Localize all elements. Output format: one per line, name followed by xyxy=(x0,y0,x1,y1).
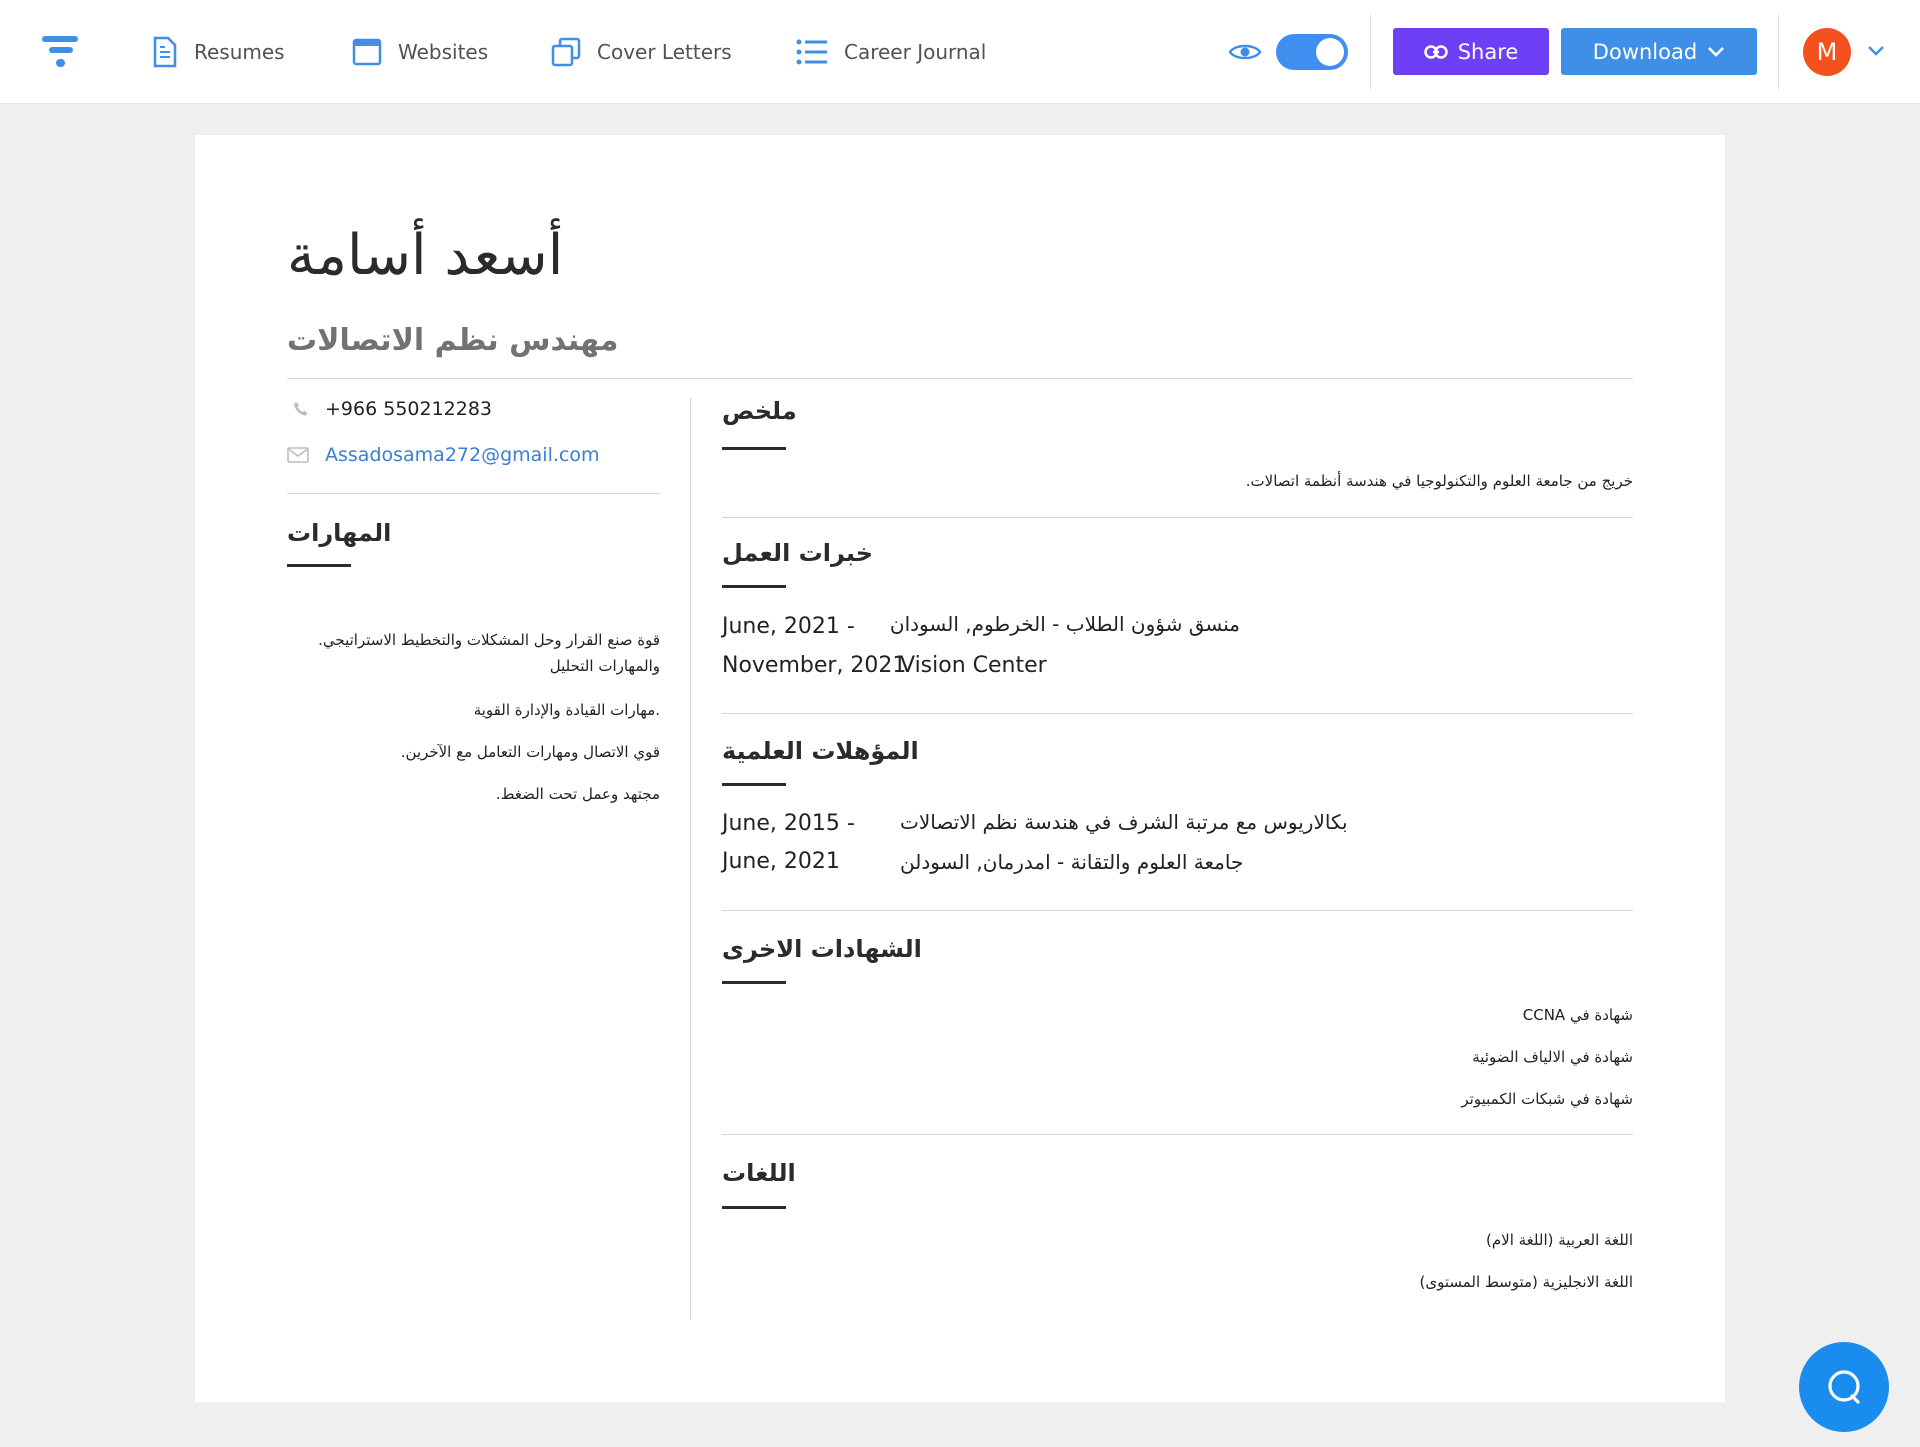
education-heading-underline xyxy=(722,783,786,786)
experience-date-start: June, 2021 - xyxy=(722,614,855,639)
education-heading: المؤهلات العلمية xyxy=(722,737,919,765)
experience-role: منسق شؤون الطلاب - الخرطوم, السودان xyxy=(889,612,1240,636)
contact-phone: +966 550212283 xyxy=(287,398,492,420)
column-divider xyxy=(690,398,691,1320)
share-button[interactable]: Share xyxy=(1393,28,1549,75)
browser-window-icon xyxy=(352,38,382,66)
section-divider xyxy=(722,910,1633,911)
header-divider xyxy=(287,378,1633,379)
experience-date-end: November, 2021 xyxy=(722,653,907,678)
download-button[interactable]: Download xyxy=(1561,28,1757,75)
nav-websites-label: Websites xyxy=(398,40,489,64)
top-navbar: Resumes Websites Cover Letters Career Jo… xyxy=(0,0,1920,104)
contact-divider xyxy=(287,493,660,494)
language-item: اللغة العربية (اللغة الام) xyxy=(1486,1231,1633,1249)
nav-divider-2 xyxy=(1778,14,1779,90)
languages-heading: اللغات xyxy=(722,1159,796,1187)
resume-title: مهندس نظم الاتصالات xyxy=(287,323,619,358)
nav-cover-letters-label: Cover Letters xyxy=(597,40,732,64)
summary-heading: ملخص xyxy=(722,397,797,425)
help-chat-button[interactable] xyxy=(1799,1342,1889,1432)
skill-item: مجتهد وعمل تحت الضغط. xyxy=(495,785,660,803)
section-divider xyxy=(722,713,1633,714)
chat-bubble-icon xyxy=(1828,1370,1860,1404)
skill-item: .مهارات القيادة والإدارة القوية xyxy=(473,701,660,719)
download-label: Download xyxy=(1592,39,1698,64)
experience-company: Vision Center xyxy=(900,653,1047,678)
experience-heading: خبرات العمل xyxy=(722,539,874,567)
nav-career-journal-label: Career Journal xyxy=(844,40,987,64)
summary-heading-underline xyxy=(722,447,786,450)
preview-toggle[interactable] xyxy=(1276,34,1348,70)
certificates-heading: الشهادات الاخرى xyxy=(722,935,922,963)
language-item: اللغة الانجليزية (متوسط المستوى) xyxy=(1419,1273,1633,1291)
certificate-item: شهادة في شبكات الكمبيوتر xyxy=(1461,1090,1633,1108)
resume-name: أسعد أسامة xyxy=(287,223,564,288)
contact-email: Assadosama272@gmail.com xyxy=(287,444,599,466)
document-icon xyxy=(153,36,177,68)
experience-heading-underline xyxy=(722,585,786,588)
share-label: Share xyxy=(1457,39,1519,64)
copy-pages-icon xyxy=(551,37,581,67)
section-divider xyxy=(722,517,1633,518)
skills-heading-underline xyxy=(287,564,351,567)
eye-icon[interactable] xyxy=(1228,41,1262,63)
nav-resumes[interactable]: Resumes xyxy=(152,32,285,72)
logo-icon[interactable] xyxy=(40,32,80,72)
certificate-item: شهادة في الالياف الضوئية xyxy=(1472,1048,1633,1066)
link-icon xyxy=(1423,44,1448,59)
nav-cover-letters[interactable]: Cover Letters xyxy=(551,32,732,72)
nav-websites[interactable]: Websites xyxy=(352,32,488,72)
nav-career-journal[interactable]: Career Journal xyxy=(796,32,986,72)
preview-toggle-group xyxy=(1228,32,1348,72)
certificate-item: شهادة في CCNA xyxy=(1522,1006,1633,1024)
education-degree: بكالاريوس مع مرتبة الشرف في هندسة نظم ال… xyxy=(900,810,1348,834)
envelope-icon xyxy=(287,447,309,463)
education-date-end: June, 2021 xyxy=(722,849,840,874)
toggle-knob xyxy=(1316,38,1344,66)
summary-text: خريج من جامعة العلوم والتكنولوجيا في هند… xyxy=(1245,472,1633,490)
education-school: جامعة العلوم والتقانة - امدرمان, السودلن xyxy=(900,850,1244,874)
list-icon xyxy=(796,39,827,65)
nav-resumes-label: Resumes xyxy=(194,40,285,64)
skill-item: قوي الاتصال ومهارات التعامل مع الآخرين. xyxy=(400,743,660,761)
certificates-heading-underline xyxy=(722,981,786,984)
section-divider xyxy=(722,1134,1633,1135)
phone-icon xyxy=(294,402,308,416)
phone-number: +966 550212283 xyxy=(325,398,493,420)
chevron-down-icon[interactable] xyxy=(1866,44,1886,58)
email-link[interactable]: Assadosama272@gmail.com xyxy=(325,444,599,466)
resume-page: أسعد أسامة مهندس نظم الاتصالات +966 5502… xyxy=(195,135,1725,1402)
skills-heading: المهارات xyxy=(287,519,392,547)
avatar[interactable]: M xyxy=(1803,28,1851,76)
education-date-start: June, 2015 - xyxy=(722,811,855,836)
skill-item: قوة صنع القرار وحل المشكلات والتخطيط الا… xyxy=(318,631,660,675)
languages-heading-underline xyxy=(722,1206,786,1209)
chevron-down-icon xyxy=(1708,46,1725,57)
nav-divider xyxy=(1370,14,1371,90)
